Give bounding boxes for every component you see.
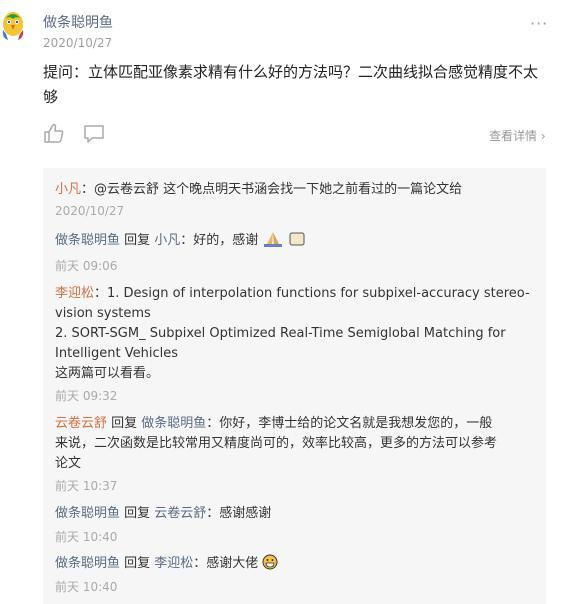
comment-author[interactable]: 做条聪明鱼 [55,556,120,571]
comment-item: 云卷云舒 回复 做条聪明鱼：你好，李博士给的论文名就是我想发您的，一般 来说，二… [55,414,535,474]
comment-text: Intelligent Vehicles [55,346,178,361]
grinning-emoji-icon [262,554,278,570]
thumbs-up-icon[interactable] [43,122,65,144]
comment-author[interactable]: 做条聪明鱼 [55,506,120,521]
comment-text: ：感谢感谢 [206,506,272,521]
praying-hands-icon [264,232,283,247]
comment-text: ：你好，李博士给的论文名就是我想发您的，一般 [206,416,493,431]
comment-item: 做条聪明鱼 回复 云卷云舒：感谢感谢 [55,504,535,524]
ellipsis-icon[interactable]: ··· [530,14,548,33]
comment-text: vision systems [55,306,151,321]
reply-target[interactable]: 李迎松 [154,556,193,571]
comment-author[interactable]: 小凡 [55,182,81,197]
comment-time: 前天 10:40 [55,530,118,544]
reply-word: 回复 [107,416,142,431]
comment-time: 前天 10:40 [55,580,118,594]
comment-text: 2. SORT-SGM_ Subpixel Optimized Real-Tim… [55,326,506,341]
comment-time: 前天 09:06 [55,259,118,273]
comment-item: 李迎松：1. Design of interpolation functions… [55,284,535,384]
comment-text: 来说，二次函数是比较常用又精度尚可的，效率比较高，更多的方法可以参考 [55,436,498,451]
view-detail-link[interactable]: 查看详情 › [489,127,546,144]
reply-target[interactable]: 做条聪明鱼 [141,416,206,431]
comment-author[interactable]: 云卷云舒 [55,416,107,431]
comment-text: 这两篇可以看看。 [55,366,160,381]
comment-text: ：感谢大佬 [193,556,259,571]
reply-target[interactable]: 云卷云舒 [154,506,206,521]
comment-text: ：好的，感谢 [180,233,259,248]
reply-word: 回复 [120,506,155,521]
avatar[interactable] [0,10,26,42]
comment-text: ：1. Design of interpolation functions fo… [94,286,530,301]
comment-icon[interactable] [83,124,105,144]
reply-word: 回复 [120,233,155,248]
comment-time: 前天 09:32 [55,389,118,403]
reply-word: 回复 [120,556,155,571]
comment-author[interactable]: 做条聪明鱼 [55,233,120,248]
comment-author[interactable]: 李迎松 [55,286,94,301]
comment-item: 小凡：@云卷云舒 这个晚点明天书涵会找一下她之前看过的一篇论文给 [55,180,535,200]
chevron-right-icon: › [537,129,546,143]
comment-text: ：@云卷云舒 这个晚点明天书涵会找一下她之前看过的一篇论文给 [81,182,463,197]
question-text: 提问：立体匹配亚像素求精有什么好的方法吗？二次曲线拟合感觉精度不太够 [43,63,539,106]
comments-panel: 小凡：@云卷云舒 这个晚点明天书涵会找一下她之前看过的一篇论文给 2020/10… [43,168,546,604]
comment-time: 前天 10:37 [55,479,118,493]
pray-emoji-icon [289,232,305,246]
post-date: 2020/10/27 [43,36,113,50]
comment-text: 论文 [55,456,82,471]
post-author[interactable]: 做条聪明鱼 [43,12,113,32]
comment-time: 2020/10/27 [55,204,125,218]
comment-item: 做条聪明鱼 回复 李迎松：感谢大佬 [55,554,535,574]
comment-item: 做条聪明鱼 回复 小凡：好的，感谢 [55,231,535,251]
reply-target[interactable]: 小凡 [154,233,180,248]
view-detail-label: 查看详情 [489,129,538,143]
